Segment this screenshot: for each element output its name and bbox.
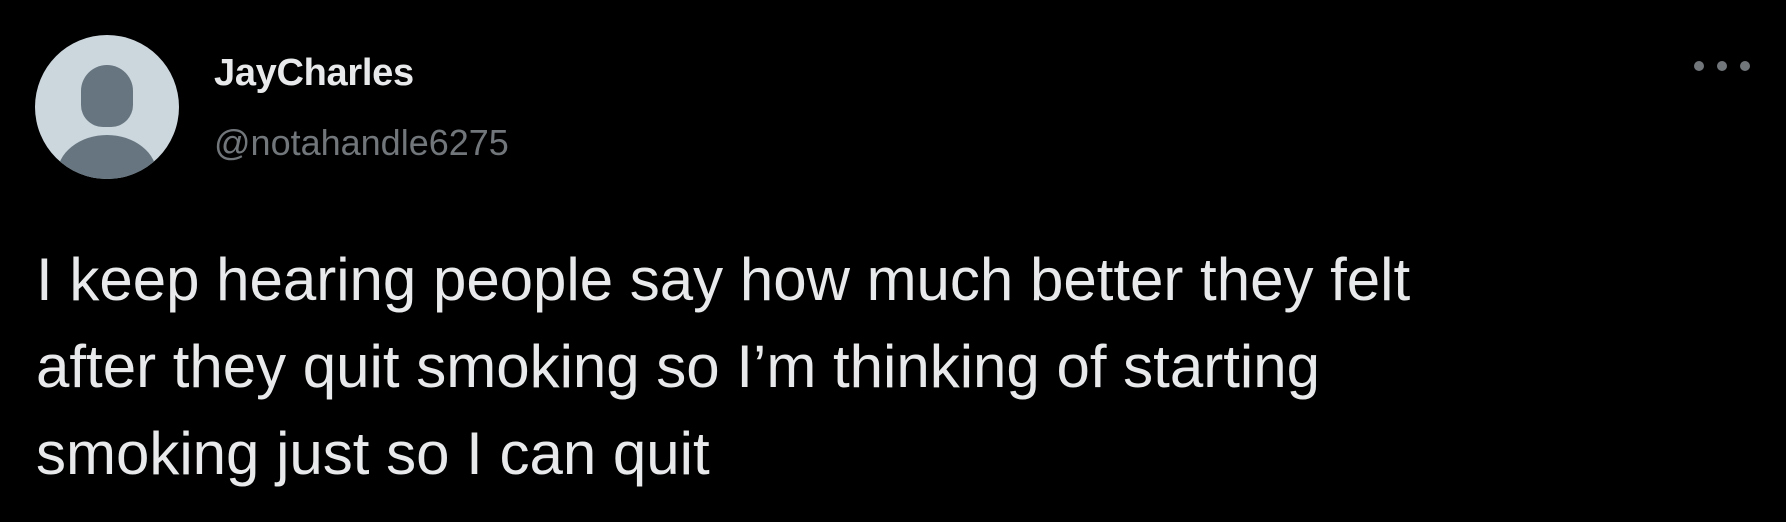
- tweet-text-line: after they quit smoking so I’m thinking …: [36, 333, 1320, 400]
- tweet-card: JayCharles @notahandle6275 I keep hearin…: [0, 0, 1786, 522]
- tweet-text-line: smoking just so I can quit: [36, 420, 710, 487]
- avatar-shoulders-shape: [57, 135, 157, 179]
- tweet-text: I keep hearing people say how much bette…: [36, 236, 1736, 497]
- avatar[interactable]: [35, 35, 179, 179]
- user-handle[interactable]: @notahandle6275: [214, 122, 509, 164]
- display-name[interactable]: JayCharles: [214, 52, 414, 95]
- more-icon[interactable]: [1694, 54, 1750, 78]
- tweet-text-line: I keep hearing people say how much bette…: [36, 246, 1411, 313]
- more-icon-dot: [1717, 61, 1727, 71]
- avatar-head-shape: [81, 65, 133, 127]
- more-icon-dot: [1740, 61, 1750, 71]
- more-icon-dot: [1694, 61, 1704, 71]
